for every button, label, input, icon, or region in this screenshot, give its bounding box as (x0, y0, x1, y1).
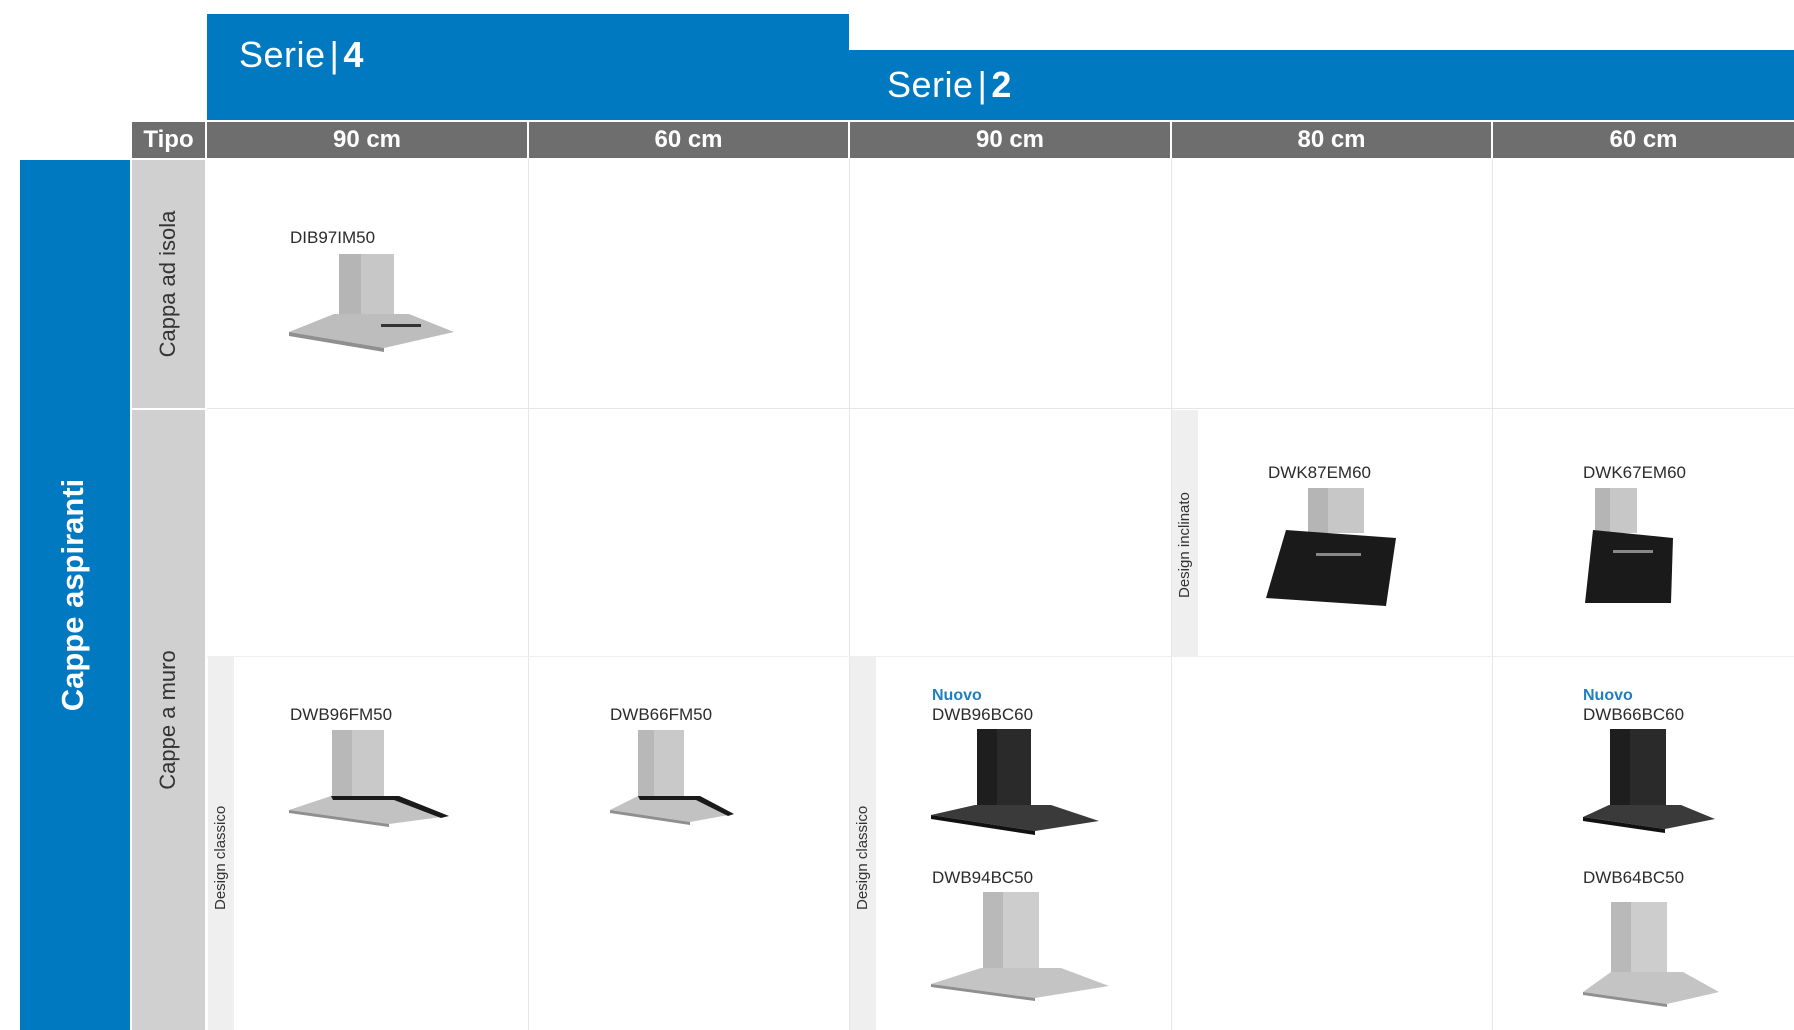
design-label-inclinato: Design inclinato (1176, 492, 1193, 598)
serie-4-label: Serie (239, 34, 326, 75)
header-col-serie4-60: 60 cm (529, 122, 848, 158)
category-label: Cappe aspiranti (55, 478, 90, 712)
wall-hood-image (289, 730, 449, 827)
grid-hline-2 (207, 656, 1794, 657)
serie-2-separator: | (977, 64, 988, 105)
hood-controls (1316, 553, 1361, 556)
product-model-DWB66BC60: DWB66BC60 (1583, 705, 1685, 724)
serie-4-banner: Serie | 4 (207, 14, 849, 120)
new-badge: Nuovo (1583, 687, 1633, 704)
product-model-DWB94BC50: DWB94BC50 (932, 868, 1034, 887)
hood-chimney-shade (1611, 902, 1631, 972)
header-col-serie2-60: 60 cm (1493, 122, 1794, 158)
hood-chimney-shade (638, 730, 654, 798)
hood-canopy (931, 968, 1109, 998)
serie-2-title: Serie | 2 (887, 64, 1012, 106)
hood-chimney-shade (1308, 488, 1328, 533)
grid-vline-4 (1492, 158, 1493, 1030)
hood-canopy (931, 805, 1099, 831)
box-hood-image (931, 892, 1109, 1001)
serie-2-label: Serie (887, 64, 974, 105)
header-col-serie2-80: 80 cm (1172, 122, 1491, 158)
serie-2-banner: Serie | 2 (849, 50, 1794, 120)
hood-canopy (1583, 972, 1719, 1004)
design-label-classico-serie4: Design classico (212, 805, 229, 910)
header-col-serie4-90: 90 cm (207, 122, 527, 158)
hood-chimney-shade (332, 730, 352, 800)
product-model-DWB96FM50: DWB96FM50 (290, 705, 393, 724)
product-model-DWB96BC60: DWB96BC60 (932, 705, 1034, 724)
inclined-hood-image (1585, 488, 1673, 603)
hood-chimney-shade (983, 892, 1003, 974)
hood-canopy (1583, 805, 1715, 829)
box-hood-image (931, 729, 1099, 835)
product-model-DIB97IM50: DIB97IM50 (290, 228, 376, 247)
wall-hood-image (610, 730, 734, 825)
serie-4-title: Serie | 4 (239, 34, 364, 76)
header-tipo: Tipo (132, 122, 205, 158)
serie-4-separator: | (329, 34, 340, 75)
hood-chimney-shade (339, 254, 361, 322)
design-label-classico-serie2: Design classico (854, 805, 871, 910)
grid-vline-1 (528, 158, 529, 1030)
box-hood-image (1583, 902, 1719, 1007)
header-col-serie2-90: 90 cm (850, 122, 1170, 158)
inclined-hood-image (1266, 488, 1396, 606)
hood-canopy (289, 314, 454, 348)
grid-hline-1 (207, 408, 1794, 409)
type-label-island: Cappa ad isola (155, 210, 180, 358)
new-badge: Nuovo (932, 687, 982, 704)
hood-chimney-shade (1610, 729, 1630, 807)
serie-2-number: 2 (991, 64, 1012, 105)
island-hood-image (289, 254, 454, 352)
product-model-DWK67EM60: DWK67EM60 (1583, 463, 1686, 482)
product-model-DWB66FM50: DWB66FM50 (610, 705, 713, 724)
box-hood-image (1583, 729, 1715, 833)
product-model-DWB64BC50: DWB64BC50 (1583, 868, 1685, 887)
type-label-wall: Cappe a muro (155, 650, 180, 790)
hood-chimney-shade (1595, 488, 1610, 533)
hood-glass-panel (1266, 530, 1396, 606)
hood-glass-panel (1585, 530, 1673, 603)
hood-controls (1613, 550, 1653, 553)
hood-chimney-shade (977, 729, 997, 807)
serie-4-number: 4 (343, 34, 364, 75)
hood-controls (381, 324, 421, 327)
product-model-DWK87EM60: DWK87EM60 (1268, 463, 1371, 482)
